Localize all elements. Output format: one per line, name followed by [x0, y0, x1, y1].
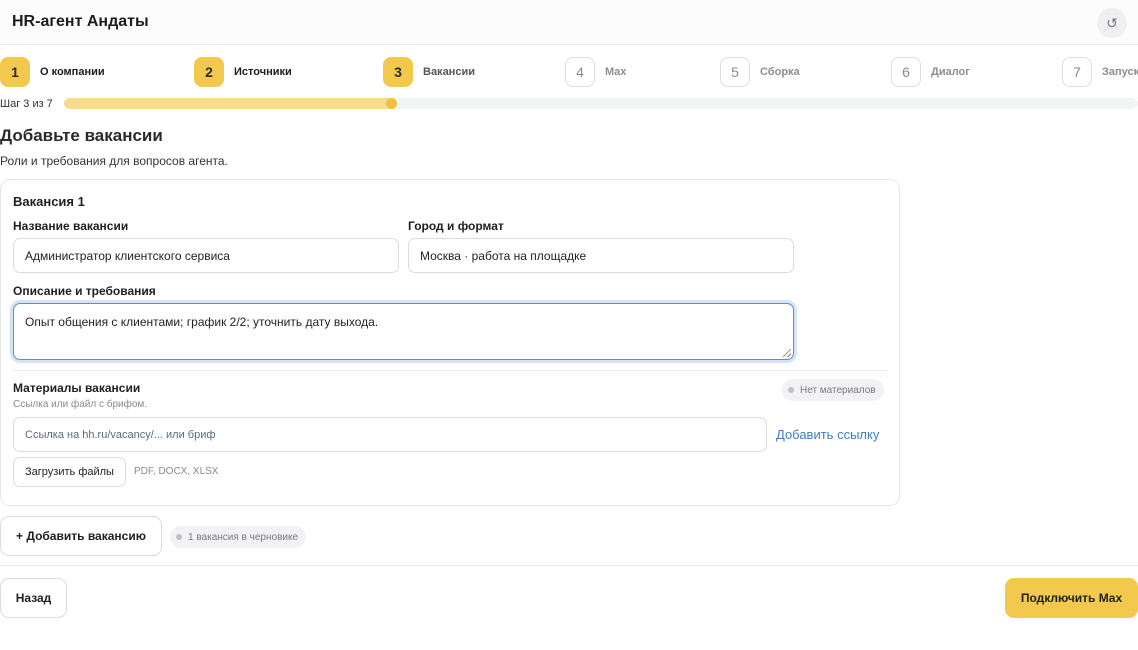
materials-status-badge: Нет материалов	[782, 379, 884, 401]
step-number: 1	[0, 57, 30, 87]
materials-status-text: Нет материалов	[800, 384, 876, 396]
description-label: Описание и требования	[13, 284, 156, 298]
connect-max-button[interactable]: Подключить Max	[1005, 578, 1138, 618]
app-header: HR-агент Андаты ↺	[0, 0, 1138, 45]
vacancy-title: Вакансия 1	[13, 194, 85, 209]
progress-bar	[64, 98, 1138, 109]
app-title: HR-агент Андаты	[12, 13, 149, 30]
upload-files-button[interactable]: Загрузить файлы	[13, 457, 126, 487]
back-button[interactable]: Назад	[0, 578, 67, 618]
step-label: Сборка	[760, 66, 800, 78]
step-number: 2	[194, 57, 224, 87]
file-formats-hint: PDF, DOCX, XLSX	[134, 466, 219, 477]
step-label: О компании	[40, 66, 105, 78]
status-dot-icon	[788, 387, 794, 393]
refresh-icon[interactable]: ↺	[1097, 8, 1127, 38]
step-launch[interactable]: 7 Запуск	[1062, 57, 1138, 87]
material-link-input[interactable]: Ссылка на hh.ru/vacancy/... или бриф	[13, 417, 767, 452]
draft-badge-text: 1 вакансия в черновике	[188, 531, 299, 543]
draft-badge: 1 вакансия в черновике	[170, 526, 307, 548]
step-label: Max	[605, 66, 627, 78]
step-number: 6	[891, 57, 921, 87]
progress-text: Шаг 3 из 7	[0, 98, 53, 110]
step-number: 4	[565, 57, 595, 87]
step-label: Запуск	[1102, 66, 1138, 78]
step-build[interactable]: 5 Сборка	[720, 57, 800, 87]
footer-divider	[0, 565, 1138, 566]
step-vacancies[interactable]: 3 Вакансии	[383, 57, 475, 87]
status-dot-icon	[176, 534, 182, 540]
vacancy-card: Вакансия 1 Название вакансии Администрат…	[0, 179, 900, 506]
description-textarea[interactable]: Опыт общения с клиентами; график 2/2; ут…	[13, 303, 794, 360]
divider	[13, 370, 888, 371]
step-number: 3	[383, 57, 413, 87]
city-format-label: Город и формат	[408, 219, 504, 233]
step-max[interactable]: 4 Max	[565, 57, 626, 87]
step-label: Вакансии	[423, 66, 475, 78]
materials-title: Материалы вакансии	[13, 381, 141, 395]
step-number: 5	[720, 57, 750, 87]
step-label: Диалог	[931, 66, 970, 78]
materials-hint: Ссылка или файл с брифом.	[13, 399, 148, 410]
step-number: 7	[1062, 57, 1092, 87]
add-link-button[interactable]: Добавить ссылку	[776, 427, 879, 442]
add-vacancy-button[interactable]: + Добавить вакансию	[0, 516, 162, 556]
progress-fill	[64, 98, 397, 109]
page-subtitle: Роли и требования для вопросов агента.	[0, 154, 228, 168]
step-sources[interactable]: 2 Источники	[194, 57, 292, 87]
step-label: Источники	[234, 66, 292, 78]
progress-marker	[385, 98, 397, 109]
material-link-placeholder: Ссылка на hh.ru/vacancy/... или бриф	[25, 428, 216, 441]
resize-handle-icon[interactable]	[783, 349, 791, 357]
page-title: Добавьте вакансии	[0, 126, 163, 145]
city-format-input[interactable]: Москва · работа на площадке	[408, 238, 794, 273]
vacancy-name-input[interactable]: Администратор клиентского сервиса	[13, 238, 399, 273]
description-text: Опыт общения с клиентами; график 2/2; ут…	[25, 315, 379, 329]
vacancy-name-label: Название вакансии	[13, 219, 129, 233]
step-dialog[interactable]: 6 Диалог	[891, 57, 970, 87]
step-company[interactable]: 1 О компании	[0, 57, 105, 87]
